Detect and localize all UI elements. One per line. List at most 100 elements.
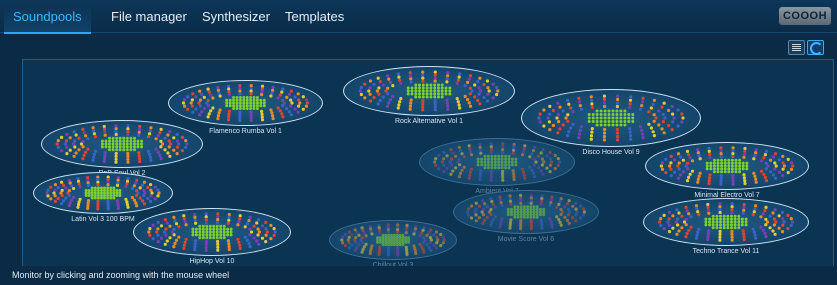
sample-dot xyxy=(149,194,153,198)
soundpool-disc[interactable]: HipHop Vol 10 xyxy=(133,208,291,266)
sample-dot xyxy=(156,227,160,231)
soundpool-disc[interactable]: Minimal Electro Vol 7 xyxy=(645,142,809,202)
sample-dot xyxy=(409,77,413,81)
sample-dot xyxy=(696,148,700,152)
sample-dot xyxy=(540,163,544,167)
sample-dot xyxy=(538,112,542,116)
sample-dot xyxy=(704,223,708,227)
sample-dot xyxy=(444,92,448,96)
sample-dot xyxy=(577,132,582,136)
sample-dot xyxy=(362,245,366,249)
soundpool-disc[interactable]: RnB Soul Vol 2 xyxy=(41,120,203,180)
sample-dot xyxy=(759,169,764,173)
tab-file-manager[interactable]: File manager xyxy=(111,6,187,32)
sample-dot xyxy=(398,78,402,82)
sample-dot xyxy=(726,226,730,230)
tab-templates[interactable]: Templates xyxy=(285,6,344,32)
sample-dot xyxy=(539,151,543,155)
soundpool-disc[interactable]: Ambient Vol 7 xyxy=(419,138,575,198)
sample-dot xyxy=(194,227,198,231)
sample-dot xyxy=(526,213,530,217)
tab-soundpools[interactable]: Soundpools xyxy=(4,6,91,34)
sample-dot xyxy=(151,223,155,227)
sample-dot xyxy=(289,104,293,108)
sample-dot xyxy=(722,226,726,230)
spiral-view-button[interactable] xyxy=(807,40,824,55)
sample-dot xyxy=(238,243,242,247)
sample-dot xyxy=(118,142,122,146)
sample-dot xyxy=(730,223,733,227)
sample-dot xyxy=(228,98,232,102)
sample-dot xyxy=(93,196,97,200)
sample-dot xyxy=(490,199,494,204)
sample-dot xyxy=(363,82,367,86)
sample-dot xyxy=(245,238,250,242)
sample-dot xyxy=(257,218,261,222)
sample-dot xyxy=(550,160,554,164)
sample-dot xyxy=(56,139,60,143)
sample-dot xyxy=(174,238,179,242)
sample-dot xyxy=(425,83,429,87)
soundpool-disc[interactable]: Techno Trance Vol 11 xyxy=(643,198,809,258)
sample-dot xyxy=(578,204,583,208)
sample-dot xyxy=(84,150,88,154)
soundpool-disc[interactable]: Chillout Vol 3 xyxy=(329,220,457,266)
sample-dot xyxy=(156,240,160,244)
sample-dot xyxy=(522,210,526,214)
soundpool-disc[interactable]: Movie Score Vol 6 xyxy=(453,190,599,246)
sample-dot xyxy=(786,171,790,175)
sample-dot xyxy=(353,248,357,252)
sample-dot xyxy=(773,176,778,180)
sample-dot xyxy=(500,163,504,167)
sample-dot xyxy=(168,224,172,228)
sample-dot xyxy=(476,163,480,167)
sample-dot xyxy=(183,98,187,102)
sample-dot xyxy=(138,124,142,129)
soundpool-disc[interactable]: Rock Alternative Vol 1 xyxy=(343,66,515,128)
sample-dot xyxy=(133,139,136,143)
sample-dot xyxy=(126,160,130,164)
sample-dot xyxy=(434,246,439,250)
sample-dot xyxy=(741,229,745,233)
sample-dot xyxy=(422,240,426,244)
status-bar: Monitor by clicking and zooming with the… xyxy=(0,266,837,285)
sample-dot xyxy=(483,163,487,167)
sample-dot xyxy=(533,145,537,149)
sample-dot xyxy=(506,207,510,211)
sample-dot xyxy=(627,113,631,116)
sample-dot xyxy=(391,94,395,98)
sample-dot xyxy=(216,245,220,249)
sample-dot xyxy=(122,139,126,143)
sample-dot xyxy=(589,95,593,99)
sample-dot xyxy=(236,237,240,241)
sample-dot xyxy=(450,157,454,161)
sample-dot xyxy=(771,229,775,233)
sample-dot xyxy=(252,96,256,99)
sample-dot xyxy=(660,167,665,171)
tab-synthesizer[interactable]: Synthesizer xyxy=(202,6,270,32)
list-view-button[interactable] xyxy=(788,40,805,55)
sample-dot xyxy=(547,120,551,124)
sample-dot xyxy=(115,148,119,152)
sample-dot xyxy=(533,175,537,179)
sample-dot xyxy=(791,164,795,168)
sample-dot xyxy=(444,86,448,90)
sample-dot xyxy=(226,230,230,234)
sample-dot xyxy=(603,123,607,127)
sample-dot xyxy=(741,164,745,168)
sample-dot xyxy=(720,167,724,171)
sample-dot xyxy=(468,104,473,108)
sample-dot xyxy=(493,154,497,158)
sample-dot xyxy=(680,120,684,124)
sample-dot xyxy=(730,238,734,242)
sample-dot xyxy=(133,148,136,152)
sample-dot xyxy=(519,207,523,211)
sample-dot xyxy=(193,212,197,217)
soundpool-stage[interactable]: Flamenco Rumba Vol 1 Rock Alternative Vol… xyxy=(22,59,834,267)
sample-dot xyxy=(738,170,742,174)
sample-dot xyxy=(602,94,606,98)
sample-dot xyxy=(631,116,635,120)
sample-dot xyxy=(55,142,59,146)
sample-dot xyxy=(591,113,595,116)
sample-dot xyxy=(738,164,742,168)
